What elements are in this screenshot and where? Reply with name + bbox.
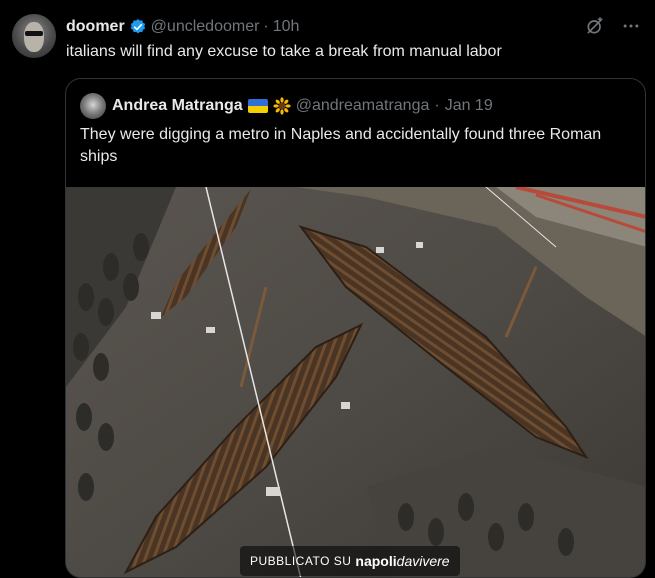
quoted-tweet[interactable]: Andrea Matranga @andreamatranga · Jan 19… xyxy=(65,78,646,578)
separator-dot: · xyxy=(263,18,269,35)
flag-yellow-band xyxy=(247,106,268,113)
watermark-prefix: PUBBLICATO SU xyxy=(250,554,352,568)
quoted-separator-dot: · xyxy=(434,97,440,114)
author-handle[interactable]: @uncledoomer xyxy=(151,18,260,36)
quoted-author-name[interactable]: Andrea Matranga xyxy=(112,97,243,115)
flag-blue-band xyxy=(247,99,268,106)
photo-watermark: PUBBLICATO SU napolidavivere xyxy=(240,546,460,576)
sunflower-icon xyxy=(273,97,291,115)
quoted-tweet-header: Andrea Matranga @andreamatranga · Jan 19 xyxy=(112,94,493,118)
verified-badge-icon xyxy=(129,18,147,36)
tweet-header: doomer @uncledoomer · 10h xyxy=(66,16,595,38)
watermark-brand-bold: napoli xyxy=(355,553,397,569)
tweet-text: italians will find any excuse to take a … xyxy=(66,43,502,60)
tweet-time[interactable]: 10h xyxy=(273,18,300,36)
avatar-face xyxy=(24,22,44,52)
quoted-tweet-text: They were digging a metro in Naples and … xyxy=(80,126,602,165)
quoted-author-avatar[interactable] xyxy=(80,93,106,119)
watermark-brand-light: davivere xyxy=(396,553,450,569)
author-avatar[interactable] xyxy=(12,14,56,58)
tweet-actions-top xyxy=(585,16,641,36)
quoted-tweet-time[interactable]: Jan 19 xyxy=(445,97,493,115)
quoted-author-handle[interactable]: @andreamatranga xyxy=(296,97,430,115)
quoted-tweet-photo[interactable]: PUBBLICATO SU napolidavivere xyxy=(66,187,645,577)
author-name[interactable]: doomer xyxy=(66,18,125,36)
ukraine-flag-icon xyxy=(247,99,268,113)
avatar-glasses xyxy=(25,31,43,36)
watermark-brand: napolidavivere xyxy=(355,553,449,569)
more-icon[interactable] xyxy=(621,16,641,36)
grok-icon[interactable] xyxy=(585,16,605,36)
